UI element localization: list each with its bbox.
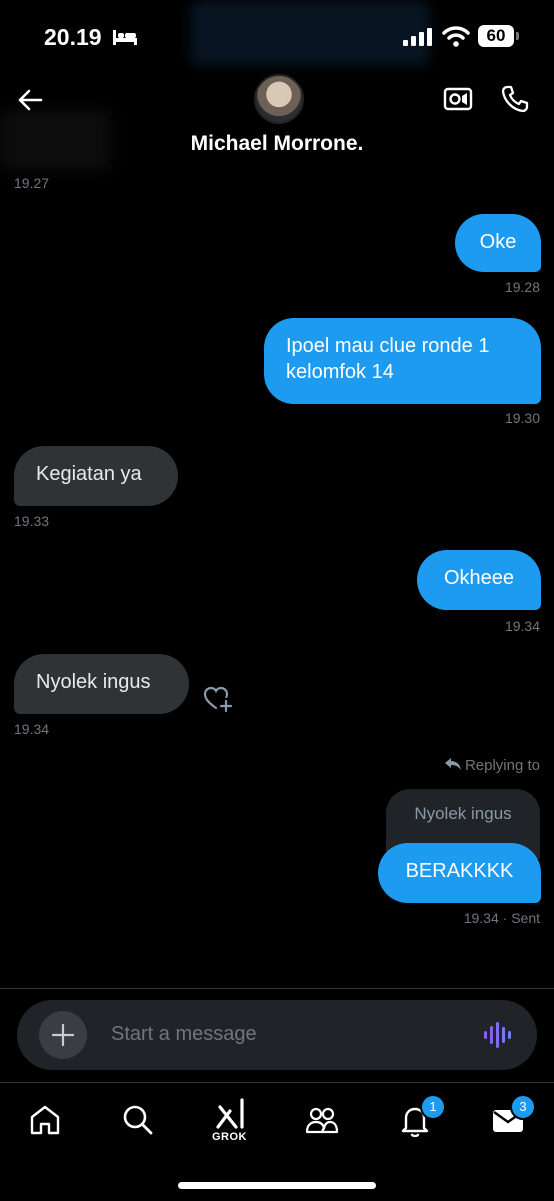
back-arrow-icon[interactable] xyxy=(16,86,44,114)
battery-cap xyxy=(516,32,519,40)
outgoing-message[interactable]: Ipoel mau clue ronde 1 kelomfok 14 xyxy=(264,318,541,404)
plus-icon xyxy=(51,1023,75,1047)
message-timestamp: 19.33 xyxy=(14,513,50,529)
video-call-icon[interactable] xyxy=(443,86,473,112)
message-timestamp: 19.34 xyxy=(504,618,540,634)
outgoing-message[interactable]: Okheee xyxy=(417,550,541,610)
wifi-icon xyxy=(442,26,470,47)
grok-icon[interactable] xyxy=(214,1097,248,1131)
notifications-badge: 1 xyxy=(420,1094,446,1120)
message-input[interactable]: Start a message xyxy=(111,1023,257,1046)
outgoing-message[interactable]: BERAKKKK xyxy=(378,843,541,903)
contact-name[interactable]: Michael Morrone. xyxy=(0,132,554,156)
add-reaction-icon[interactable] xyxy=(203,685,233,713)
blurred-notification xyxy=(190,0,430,66)
battery-indicator: 60 xyxy=(478,25,514,47)
cellular-signal-icon xyxy=(403,28,432,46)
home-indicator xyxy=(178,1182,376,1189)
message-timestamp: 19.30 xyxy=(504,410,540,426)
outgoing-message[interactable]: Oke xyxy=(455,214,541,272)
replying-to-text: Replying to xyxy=(464,757,540,774)
communities-icon[interactable] xyxy=(305,1103,339,1137)
divider xyxy=(0,988,554,989)
message-composer[interactable]: Start a message xyxy=(17,1000,537,1070)
incoming-message[interactable]: Nyolek ingus xyxy=(14,654,189,714)
search-icon[interactable] xyxy=(121,1103,155,1137)
message-timestamp: 19.28 xyxy=(504,279,540,295)
avatar[interactable] xyxy=(254,74,304,124)
status-time: 20.19 xyxy=(44,24,102,50)
reply-icon xyxy=(444,758,461,770)
attach-button[interactable] xyxy=(39,1011,87,1059)
voice-message-icon[interactable] xyxy=(483,1020,511,1050)
sleep-focus-icon xyxy=(113,30,137,45)
grok-label: GROK xyxy=(212,1131,247,1143)
message-timestamp: 19.34 xyxy=(14,721,50,737)
message-timestamp-sent: 19.34 · Sent xyxy=(463,910,540,926)
messages-badge: 3 xyxy=(510,1094,536,1120)
replying-to-label: Replying to xyxy=(444,757,540,774)
incoming-message[interactable]: Kegiatan ya xyxy=(14,446,178,506)
message-timestamp: 19.27 xyxy=(14,175,50,191)
home-icon[interactable] xyxy=(28,1103,62,1137)
phone-call-icon[interactable] xyxy=(500,84,530,114)
conversation-header: Michael Morrone. xyxy=(0,60,554,170)
